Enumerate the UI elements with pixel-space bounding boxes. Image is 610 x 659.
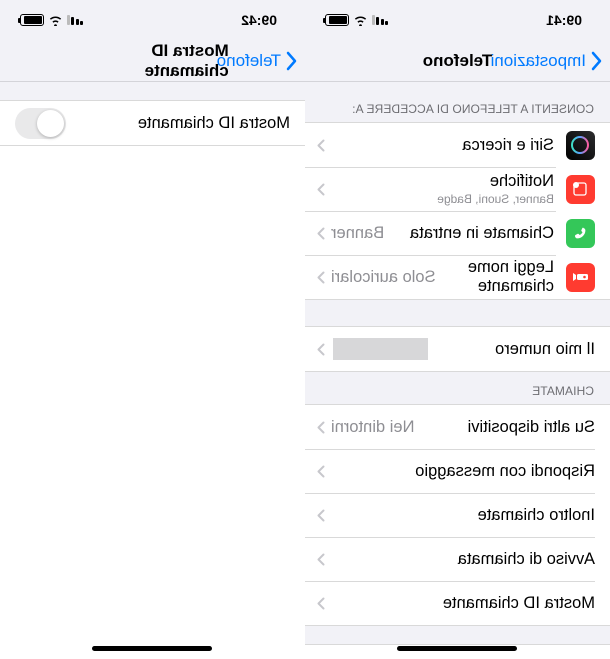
cellular-icon bbox=[67, 15, 84, 25]
redacted-number bbox=[333, 338, 428, 360]
row-value: Solo auricolari bbox=[331, 268, 436, 287]
back-button[interactable]: Telefono bbox=[217, 51, 297, 71]
status-indicators bbox=[20, 14, 149, 26]
row-siri[interactable]: Siri e ricerca bbox=[305, 123, 610, 167]
chevron-icon bbox=[317, 421, 325, 434]
status-time: 09:41 bbox=[454, 12, 583, 28]
row-label: Avviso di chiamata bbox=[325, 550, 595, 569]
row-call-forwarding[interactable]: Inoltro chiamate bbox=[305, 493, 610, 537]
row-label: Mostra ID chiamante bbox=[66, 114, 290, 133]
nav-title: Telefono bbox=[423, 51, 493, 71]
caller-id-list: Mostra ID chiamante bbox=[0, 100, 305, 146]
chevron-back-icon bbox=[285, 51, 297, 71]
row-show-caller-id: Mostra ID chiamante bbox=[0, 101, 305, 145]
status-bar: 09:41 bbox=[305, 0, 610, 40]
row-label: Siri e ricerca bbox=[325, 136, 554, 155]
calls-list: Su altri dispositivi Nei dintorni Rispon… bbox=[305, 404, 610, 626]
row-label: Rispondi con messaggio bbox=[325, 462, 595, 481]
home-indicator[interactable] bbox=[93, 646, 213, 651]
status-time: 09:42 bbox=[149, 12, 278, 28]
caller-id-toggle[interactable] bbox=[15, 108, 66, 139]
row-label: Notifiche bbox=[325, 172, 554, 191]
chevron-icon bbox=[317, 597, 325, 610]
battery-icon bbox=[325, 14, 349, 26]
status-bar: 09:42 bbox=[0, 0, 305, 40]
phone-settings-screen: 09:41 Impostazioni Telefono CONSENTI A T… bbox=[305, 0, 610, 659]
row-caller-id[interactable]: Mostra ID chiamante bbox=[305, 581, 610, 625]
row-label: Leggi nome chiamante bbox=[436, 258, 554, 296]
back-label: Impostazioni bbox=[491, 51, 586, 71]
row-value: Banner bbox=[331, 224, 384, 243]
siri-icon bbox=[566, 131, 595, 160]
home-indicator[interactable] bbox=[398, 646, 518, 651]
wifi-icon bbox=[48, 14, 63, 26]
chevron-icon bbox=[317, 343, 325, 356]
row-my-number[interactable]: Il mio numero bbox=[305, 327, 610, 371]
navbar: Impostazioni Telefono bbox=[305, 40, 610, 82]
section-header-allow: CONSENTI A TELEFONO DI ACCEDERE A: bbox=[305, 82, 610, 122]
row-other-devices[interactable]: Su altri dispositivi Nei dintorni bbox=[305, 405, 610, 449]
notifications-icon bbox=[566, 175, 595, 204]
row-value: Nei dintorni bbox=[331, 418, 414, 437]
row-label: Chiamate in entrata bbox=[384, 224, 554, 243]
row-call-waiting[interactable]: Avviso di chiamata bbox=[305, 537, 610, 581]
wifi-icon bbox=[353, 14, 368, 26]
nav-title: Mostra ID chiamante bbox=[76, 41, 229, 81]
chevron-icon bbox=[317, 553, 325, 566]
chevron-icon bbox=[317, 139, 325, 152]
chevron-icon bbox=[317, 183, 325, 196]
section-header-calls: CHIAMATE bbox=[305, 372, 610, 404]
cellular-icon bbox=[372, 15, 389, 25]
row-notifications[interactable]: Notifiche Banner, Suoni, Badge bbox=[305, 167, 610, 211]
row-label: Inoltro chiamate bbox=[325, 506, 595, 525]
row-sublabel: Banner, Suoni, Badge bbox=[325, 192, 554, 206]
row-respond-text[interactable]: Rispondi con messaggio bbox=[305, 449, 610, 493]
chevron-icon bbox=[317, 465, 325, 478]
navbar: Telefono Mostra ID chiamante bbox=[0, 40, 305, 82]
back-button[interactable]: Impostazioni bbox=[491, 51, 602, 71]
battery-icon bbox=[20, 14, 44, 26]
caller-id-screen: 09:42 Telefono Mostra ID chiamante Mostr… bbox=[0, 0, 305, 659]
row-incoming-calls[interactable]: Chiamate in entrata Banner bbox=[305, 211, 610, 255]
allow-list: Siri e ricerca Notifiche Banner, Suoni, … bbox=[305, 122, 610, 300]
row-label: Su altri dispositivi bbox=[414, 418, 595, 437]
row-label: Mostra ID chiamante bbox=[325, 594, 595, 613]
empty-area bbox=[0, 146, 305, 659]
row-announce-calls[interactable]: Leggi nome chiamante Solo auricolari bbox=[305, 255, 610, 299]
chevron-icon bbox=[317, 509, 325, 522]
chevron-icon bbox=[317, 271, 325, 284]
phone-icon bbox=[566, 219, 595, 248]
row-label: Il mio numero bbox=[428, 340, 595, 359]
chevron-back-icon bbox=[590, 51, 602, 71]
my-number-list: Il mio numero bbox=[305, 326, 610, 372]
status-indicators bbox=[325, 14, 454, 26]
announce-icon bbox=[566, 263, 595, 292]
chevron-icon bbox=[317, 227, 325, 240]
